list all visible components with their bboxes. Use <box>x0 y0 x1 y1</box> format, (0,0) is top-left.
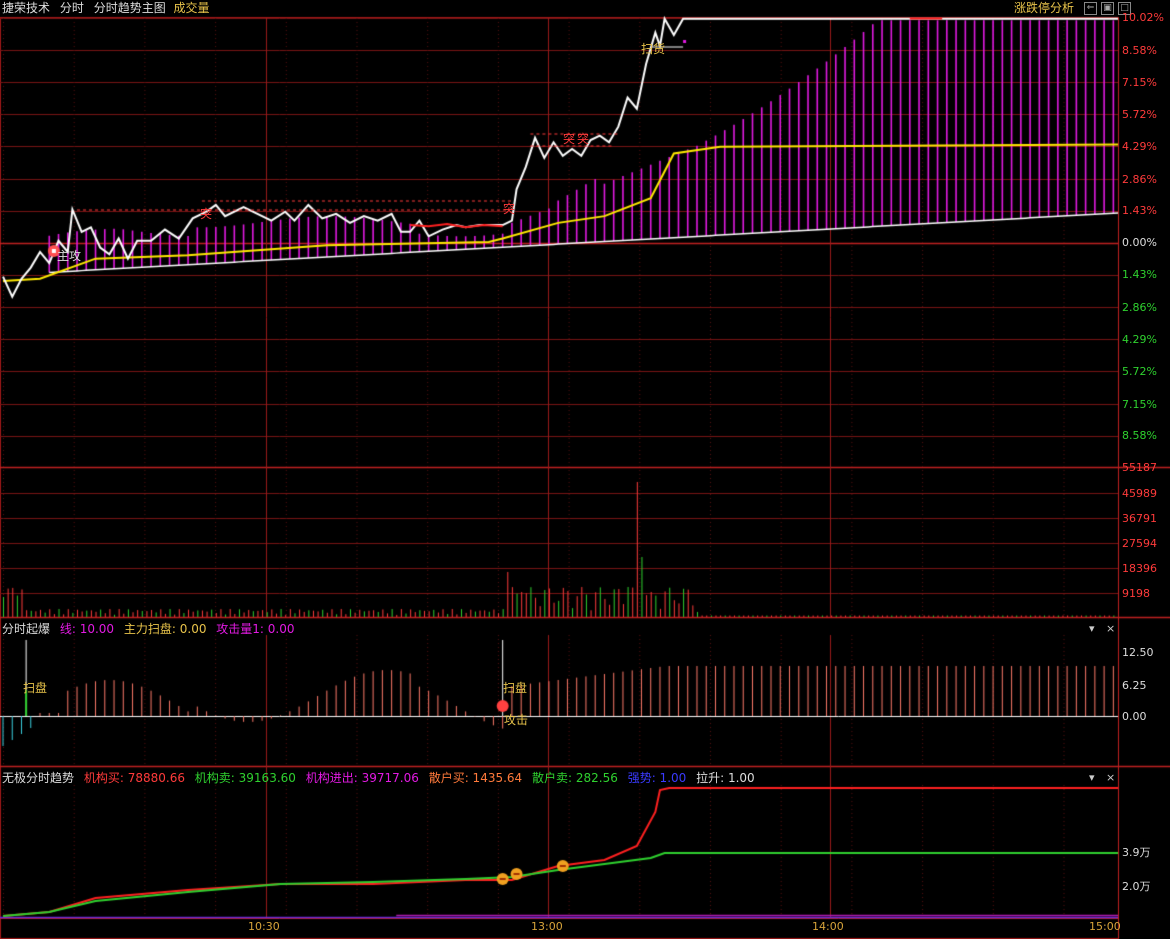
app-name: 捷荣技术 <box>2 1 51 15</box>
price-axis-label: 0.00% <box>1122 236 1157 249</box>
inst-buy: 机构买: 78880.66 <box>83 771 185 785</box>
price-axis-label: 7.15% <box>1122 76 1157 89</box>
price-axis-label: 10.02% <box>1122 11 1164 24</box>
price-axis-label: 1.43% <box>1122 204 1157 217</box>
ind1-axis-1: 12.50 <box>1122 646 1154 659</box>
price-axis-label: 8.58% <box>1122 44 1157 57</box>
indicator2-title: 无极分时趋势 <box>2 771 75 785</box>
time-label-1030: 10:30 <box>248 920 280 933</box>
tab-intraday[interactable]: 分时 <box>60 1 84 15</box>
breakout-marker-3: 突 <box>563 132 576 146</box>
volume-axis-label: 45989 <box>1122 487 1157 500</box>
indicator1-main-sweep: 主力扫盘: 0.00 <box>123 622 207 636</box>
breakout-marker-2: 突 <box>503 202 516 216</box>
inst-net: 机构进出: 39717.06 <box>305 771 419 785</box>
volume-axis-label: 55187 <box>1122 461 1157 474</box>
settings-icon[interactable]: ▣ <box>1101 2 1114 15</box>
retail-sell: 散户卖: 282.56 <box>532 771 618 785</box>
ind2-axis-2: 2.0万 <box>1122 880 1151 893</box>
time-label-1300: 13:00 <box>531 920 563 933</box>
breakout-marker-1: 突 <box>200 207 213 221</box>
volume-axis-label: 9198 <box>1122 587 1150 600</box>
price-axis-label: 4.29% <box>1122 140 1157 153</box>
volume-axis-label: 18396 <box>1122 562 1157 575</box>
close-icon[interactable]: × <box>1106 622 1115 636</box>
main-attack-marker: 主攻 <box>57 249 82 263</box>
inst-sell: 机构卖: 39163.60 <box>194 771 296 785</box>
header-bar: 捷荣技术 分时 分时趋势主图 成交量 <box>2 0 216 17</box>
ind1-axis-3: 0.00 <box>1122 710 1147 723</box>
retail-buy: 散户买: 1435.64 <box>428 771 523 785</box>
ind2-axis-1: 3.9万 <box>1122 846 1151 859</box>
price-axis-label: 7.15% <box>1122 398 1157 411</box>
price-axis-label: 5.72% <box>1122 365 1157 378</box>
chevron-down-icon[interactable]: ▾ <box>1089 622 1095 636</box>
indicator1-header: 分时起爆 线: 10.00 主力扫盘: 0.00 攻击量1: 0.00 <box>2 621 301 638</box>
attack-marker: 攻击 <box>504 713 529 727</box>
indicator1-line-value: 线: 10.00 <box>59 622 115 636</box>
ind1-axis-2: 6.25 <box>1122 679 1147 692</box>
volume-axis-label: 27594 <box>1122 537 1157 550</box>
time-label-1500: 15:00 <box>1089 920 1121 933</box>
sweep-goods-marker: 扫货 <box>641 42 666 56</box>
tab-volume[interactable]: 成交量 <box>174 1 210 15</box>
price-axis-label: 1.43% <box>1122 268 1157 281</box>
volume-axis-label: 36791 <box>1122 512 1157 525</box>
sweep-marker-1: 扫盘 <box>23 681 48 695</box>
sweep-marker-2: 扫盘 <box>503 681 528 695</box>
chevron-down-icon[interactable]: ▾ <box>1089 771 1095 785</box>
close-icon[interactable]: × <box>1106 771 1115 785</box>
tab-trend-main[interactable]: 分时趋势主图 <box>94 1 166 15</box>
price-axis-label: 5.72% <box>1122 108 1157 121</box>
pull-value: 拉升: 1.00 <box>696 771 755 785</box>
breakout-marker-4: 突 <box>577 132 590 146</box>
indicator2-header: 无极分时趋势 机构买: 78880.66 机构卖: 39163.60 机构进出:… <box>2 770 761 787</box>
time-label-1400: 14:00 <box>812 920 844 933</box>
price-axis-label: 8.58% <box>1122 429 1157 442</box>
price-axis-label: 4.29% <box>1122 333 1157 346</box>
indicator1-attack-volume: 攻击量1: 0.00 <box>216 622 295 636</box>
back-icon[interactable]: ⇐ <box>1084 2 1097 15</box>
strong-value: 强势: 1.00 <box>627 771 687 785</box>
indicator1-title: 分时起爆 <box>2 622 51 636</box>
limit-analysis-button[interactable]: 涨跌停分析 <box>1014 0 1074 17</box>
price-axis-label: 2.86% <box>1122 301 1157 314</box>
price-axis-label: 2.86% <box>1122 173 1157 186</box>
